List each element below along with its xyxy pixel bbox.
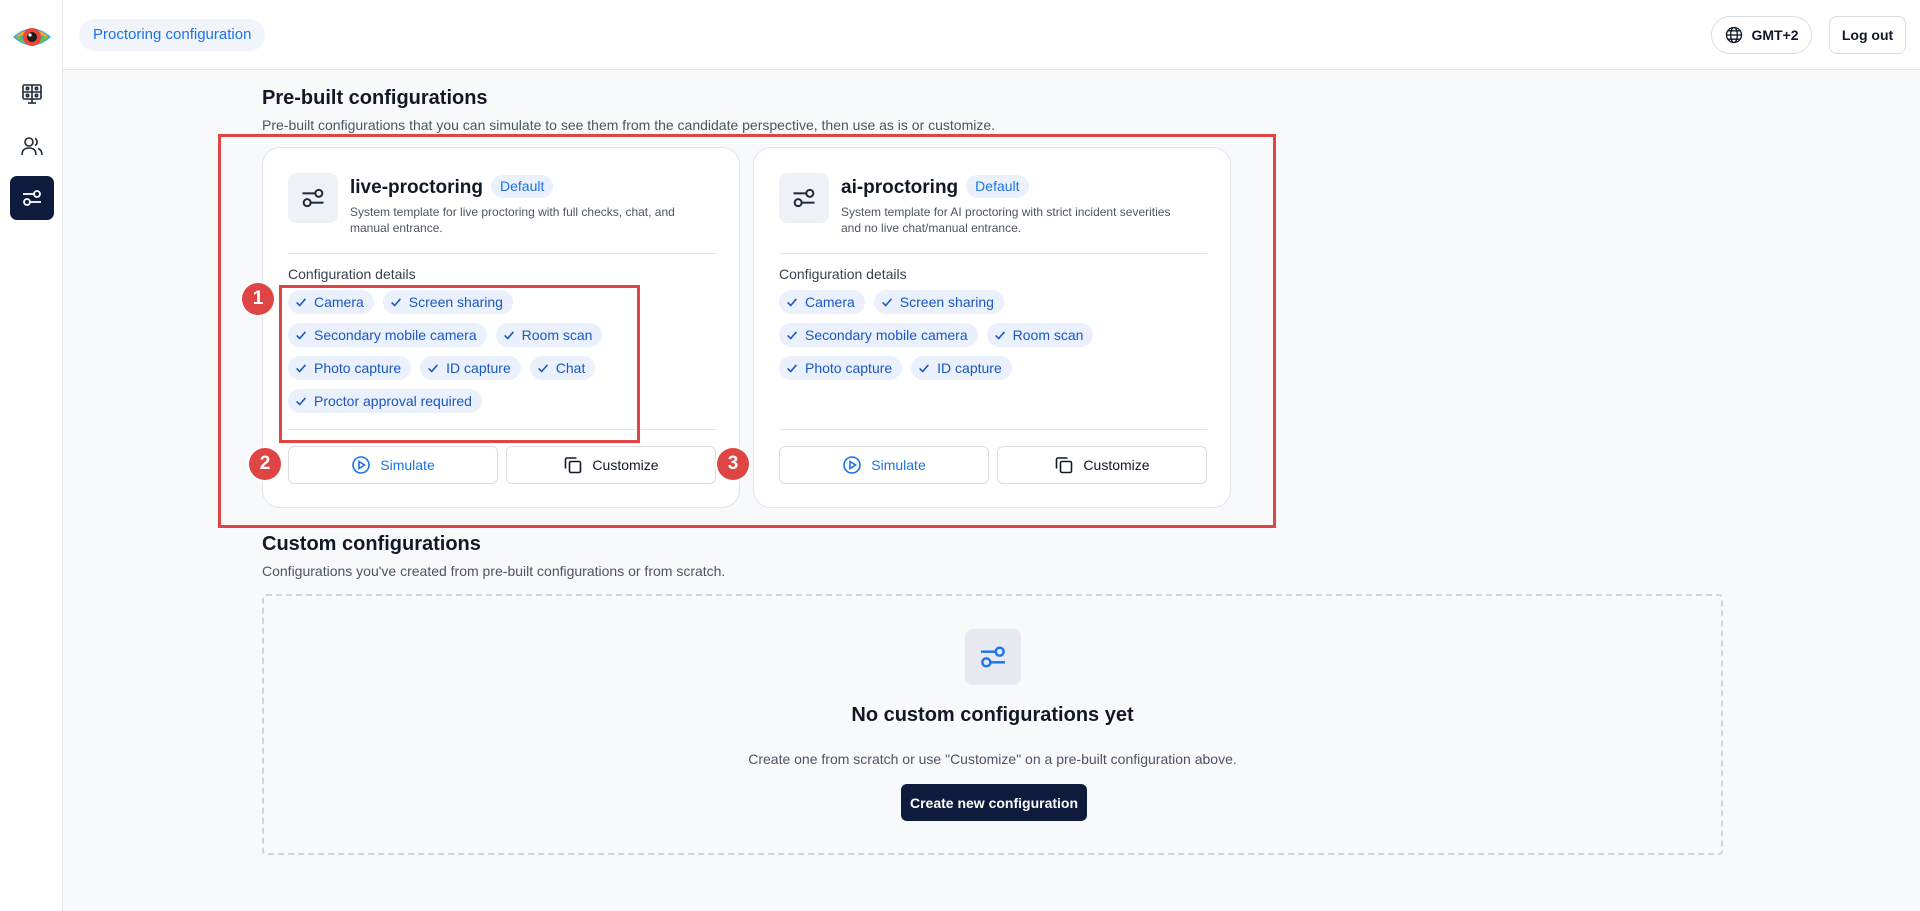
sliders-icon	[981, 646, 1005, 668]
timezone-button[interactable]: GMT+2	[1711, 16, 1812, 54]
create-configuration-button[interactable]: Create new configuration	[901, 784, 1087, 821]
nav-monitoring[interactable]	[10, 72, 54, 116]
top-header: Proctoring configuration GMT+2 Log out	[63, 0, 1920, 70]
empty-title: No custom configurations yet	[851, 704, 1134, 726]
nav-configurations[interactable]	[10, 176, 54, 220]
users-icon	[21, 137, 43, 156]
logout-button[interactable]: Log out	[1829, 16, 1906, 54]
nav-users[interactable]	[10, 124, 54, 168]
timezone-label: GMT+2	[1751, 27, 1799, 43]
annotation-box-features	[279, 285, 640, 443]
app-logo-icon[interactable]	[11, 16, 53, 58]
empty-subtitle: Create one from scratch or use "Customiz…	[748, 751, 1237, 767]
empty-state: No custom configurations yet Create one …	[262, 594, 1723, 855]
config-icon	[965, 629, 1021, 685]
monitor-grid-icon	[22, 84, 42, 104]
prebuilt-subtitle: Pre-built configurations that you can si…	[262, 117, 996, 133]
annotation-marker-3: 3	[717, 448, 749, 480]
custom-title: Custom configurations	[262, 533, 481, 555]
globe-icon	[1726, 26, 1743, 44]
annotation-marker-1: 1	[242, 283, 274, 315]
breadcrumb[interactable]: Proctoring configuration	[79, 19, 266, 51]
sidebar	[0, 0, 63, 911]
custom-subtitle: Configurations you've created from pre-b…	[262, 563, 726, 579]
prebuilt-title: Pre-built configurations	[262, 87, 488, 109]
sliders-icon	[23, 190, 41, 206]
annotation-marker-2: 2	[249, 448, 281, 480]
